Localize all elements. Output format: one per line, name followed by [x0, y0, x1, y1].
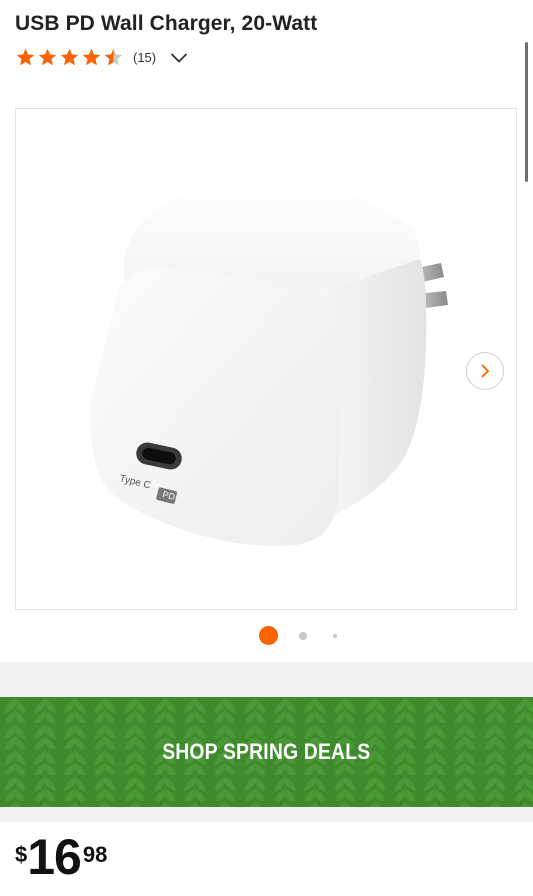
chevron-down-icon[interactable]	[170, 52, 188, 64]
star-icon	[16, 48, 35, 66]
rating-row[interactable]: (15)	[15, 47, 188, 68]
star-icon	[60, 48, 79, 66]
price-dollars: 16	[27, 829, 82, 885]
product-image[interactable]: Type C PD	[15, 108, 517, 610]
section-divider	[0, 807, 533, 822]
star-icon	[82, 48, 101, 66]
carousel-dot[interactable]	[299, 632, 307, 640]
chevron-right-icon	[481, 364, 490, 378]
star-icon	[38, 48, 57, 66]
price-currency: $	[15, 842, 28, 867]
product-title: USB PD Wall Charger, 20-Watt	[15, 12, 318, 35]
half-star-icon	[104, 48, 123, 66]
carousel-dot[interactable]	[333, 634, 337, 638]
carousel-dot-active[interactable]	[259, 626, 278, 645]
banner-text: SHOP SPRING DEALS	[162, 739, 371, 764]
star-rating	[15, 47, 124, 68]
spring-deals-banner[interactable]: SHOP SPRING DEALS	[0, 697, 533, 807]
section-divider	[0, 662, 533, 697]
next-image-button[interactable]	[466, 352, 504, 390]
carousel-dots	[0, 625, 533, 647]
review-count[interactable]: (15)	[133, 50, 156, 65]
price: $ 16 98	[15, 832, 107, 882]
wall-charger-image: Type C PD	[90, 177, 448, 546]
price-cents: 98	[82, 842, 108, 867]
scrollbar[interactable]	[525, 42, 528, 182]
